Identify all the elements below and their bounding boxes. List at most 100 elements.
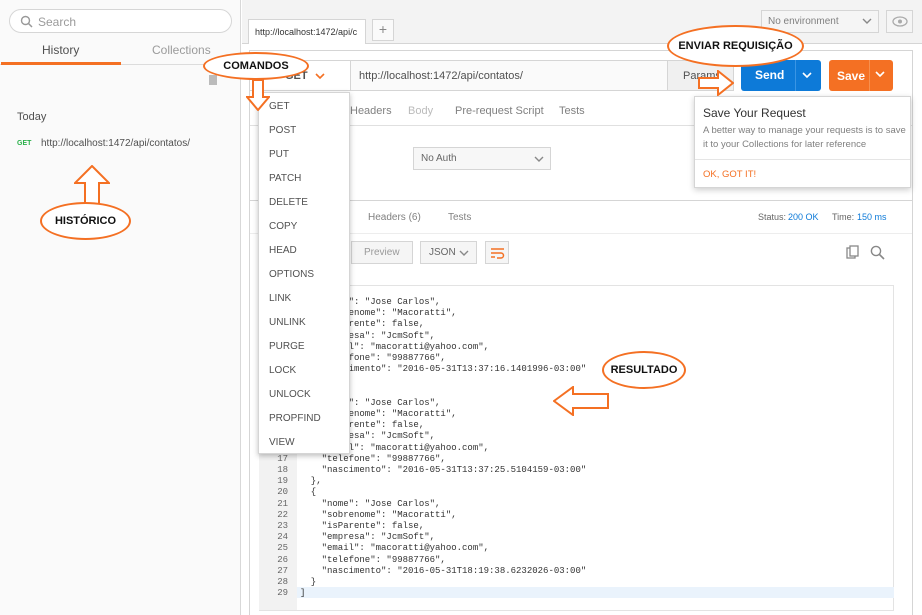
history-item[interactable]: GET http://localhost:1472/api/contatos/ — [6, 132, 240, 154]
annotation-historico: HISTÓRICO — [40, 202, 131, 240]
eye-icon — [892, 16, 908, 27]
code-line: "email": "macoratti@yahoo.com", — [300, 543, 490, 554]
line-number: 27 — [277, 565, 288, 576]
line-number: 23 — [277, 521, 288, 531]
tab-pre-request-script[interactable]: Pre-request Script — [455, 105, 544, 117]
chevron-down-icon — [315, 73, 325, 80]
tooltip-dismiss-button[interactable]: OK, GOT IT! — [703, 169, 756, 180]
method-option-patch[interactable]: PATCH — [269, 173, 301, 184]
send-label: Send — [755, 68, 785, 82]
method-option-view[interactable]: VIEW — [269, 437, 295, 448]
annotation-resultado: RESULTADO — [602, 351, 686, 389]
method-option-copy[interactable]: COPY — [269, 221, 297, 232]
tab-active-indicator — [1, 62, 121, 65]
search-input[interactable]: Search — [9, 9, 232, 33]
status-label: Status: — [758, 212, 787, 222]
tooltip-divider — [695, 159, 910, 160]
code-line: "sobrenome": "Macoratti", — [300, 509, 457, 520]
arrow-right-icon — [698, 70, 734, 96]
annotation-comandos: COMANDOS — [203, 52, 309, 80]
chevron-down-icon[interactable] — [875, 71, 885, 78]
method-option-unlock[interactable]: UNLOCK — [269, 389, 311, 400]
url-input[interactable]: http://localhost:1472/api/contatos/ — [350, 60, 668, 91]
tab-response-tests[interactable]: Tests — [448, 212, 471, 223]
send-divider — [795, 60, 796, 91]
method-option-propfind[interactable]: PROPFIND — [269, 413, 321, 424]
arrow-up-icon — [74, 165, 110, 205]
add-tab-button[interactable]: + — [372, 19, 394, 41]
tab-tests[interactable]: Tests — [559, 105, 585, 117]
line-number: 26 — [277, 554, 288, 565]
code-line: { — [300, 487, 317, 498]
sidebar — [0, 0, 241, 615]
tab-collections[interactable]: Collections — [152, 43, 211, 57]
method-option-unlink[interactable]: UNLINK — [269, 317, 306, 328]
time-value: 150 ms — [857, 212, 887, 222]
history-method-badge: GET — [17, 140, 32, 147]
line-number: 20 — [277, 487, 288, 498]
tooltip-body: A better way to manage your requests is … — [703, 125, 906, 150]
format-value: JSON — [429, 247, 456, 258]
line-number: 25 — [277, 543, 288, 554]
search-icon[interactable] — [870, 245, 885, 260]
auth-type-value: No Auth — [421, 153, 457, 164]
save-button[interactable]: Save — [829, 60, 893, 91]
method-option-link[interactable]: LINK — [269, 293, 291, 304]
code-line: "nascimento": "2016-05-31T18:19:38.62320… — [300, 565, 587, 576]
status-value: 200 OK — [788, 212, 819, 222]
method-option-get[interactable]: GET — [269, 101, 290, 112]
line-number: 22 — [277, 509, 288, 520]
method-option-put[interactable]: PUT — [269, 149, 289, 160]
view-preview-button[interactable]: Preview — [351, 241, 413, 264]
environment-quicklook-button[interactable] — [886, 10, 913, 33]
line-number: 28 — [277, 577, 288, 587]
code-line: } — [300, 577, 317, 587]
code-line: ] — [300, 588, 306, 599]
line-number: 17 — [277, 453, 288, 464]
method-option-delete[interactable]: DELETE — [269, 197, 308, 208]
wrap-icon — [491, 248, 505, 259]
time-label: Time: — [832, 212, 855, 222]
line-number: 18 — [277, 465, 288, 475]
annotation-enviar: ENVIAR REQUISIÇÃO — [667, 25, 804, 67]
tooltip-title: Save Your Request — [703, 106, 806, 120]
code-line: }, — [300, 476, 322, 487]
chevron-down-icon — [534, 156, 544, 162]
view-preview-label: Preview — [364, 247, 400, 258]
method-dropdown-menu: GET POST PUT PATCH DELETE COPY HEAD OPTIONS LINK… — [258, 92, 350, 454]
request-tab-title: http://localhost:1472/api/c — [255, 27, 358, 37]
environment-value: No environment — [768, 16, 839, 27]
save-request-tooltip: Save Your Request A better way to manage… — [694, 96, 911, 188]
method-option-head[interactable]: HEAD — [269, 245, 297, 256]
auth-type-select[interactable]: No Auth — [413, 147, 551, 170]
arrow-left-icon — [553, 386, 609, 416]
tab-headers[interactable]: Headers — [350, 105, 392, 117]
search-icon — [20, 15, 33, 28]
arrow-down-icon — [246, 79, 270, 111]
save-divider — [869, 60, 870, 91]
method-option-options[interactable]: OPTIONS — [269, 269, 314, 280]
active-line-highlight — [297, 587, 894, 598]
chevron-down-icon — [459, 250, 469, 256]
trash-icon[interactable] — [209, 75, 217, 85]
search-placeholder: Search — [38, 15, 77, 29]
method-option-post[interactable]: POST — [269, 125, 296, 136]
code-line: "isParente": false, — [300, 521, 425, 531]
request-tab[interactable]: http://localhost:1472/api/c — [248, 19, 366, 44]
tab-response-headers[interactable]: Headers (6) — [368, 212, 421, 223]
code-line: "nome": "Jose Carlos", — [300, 498, 441, 509]
url-value: http://localhost:1472/api/contatos/ — [359, 70, 523, 82]
chevron-down-icon[interactable] — [802, 72, 812, 79]
line-number: 24 — [277, 532, 288, 543]
method-option-purge[interactable]: PURGE — [269, 341, 305, 352]
method-option-lock[interactable]: LOCK — [269, 365, 296, 376]
tab-body[interactable]: Body — [408, 105, 433, 117]
copy-icon[interactable] — [846, 245, 860, 260]
wrap-lines-button[interactable] — [485, 241, 509, 264]
tab-response-headers-label: Headers (6) — [368, 212, 421, 223]
tab-history[interactable]: History — [42, 43, 79, 57]
history-url: http://localhost:1472/api/contatos/ — [41, 138, 190, 149]
code-line: "telefone": "99887766", — [300, 554, 446, 565]
chevron-down-icon — [862, 18, 872, 24]
format-select[interactable]: JSON — [420, 241, 477, 264]
